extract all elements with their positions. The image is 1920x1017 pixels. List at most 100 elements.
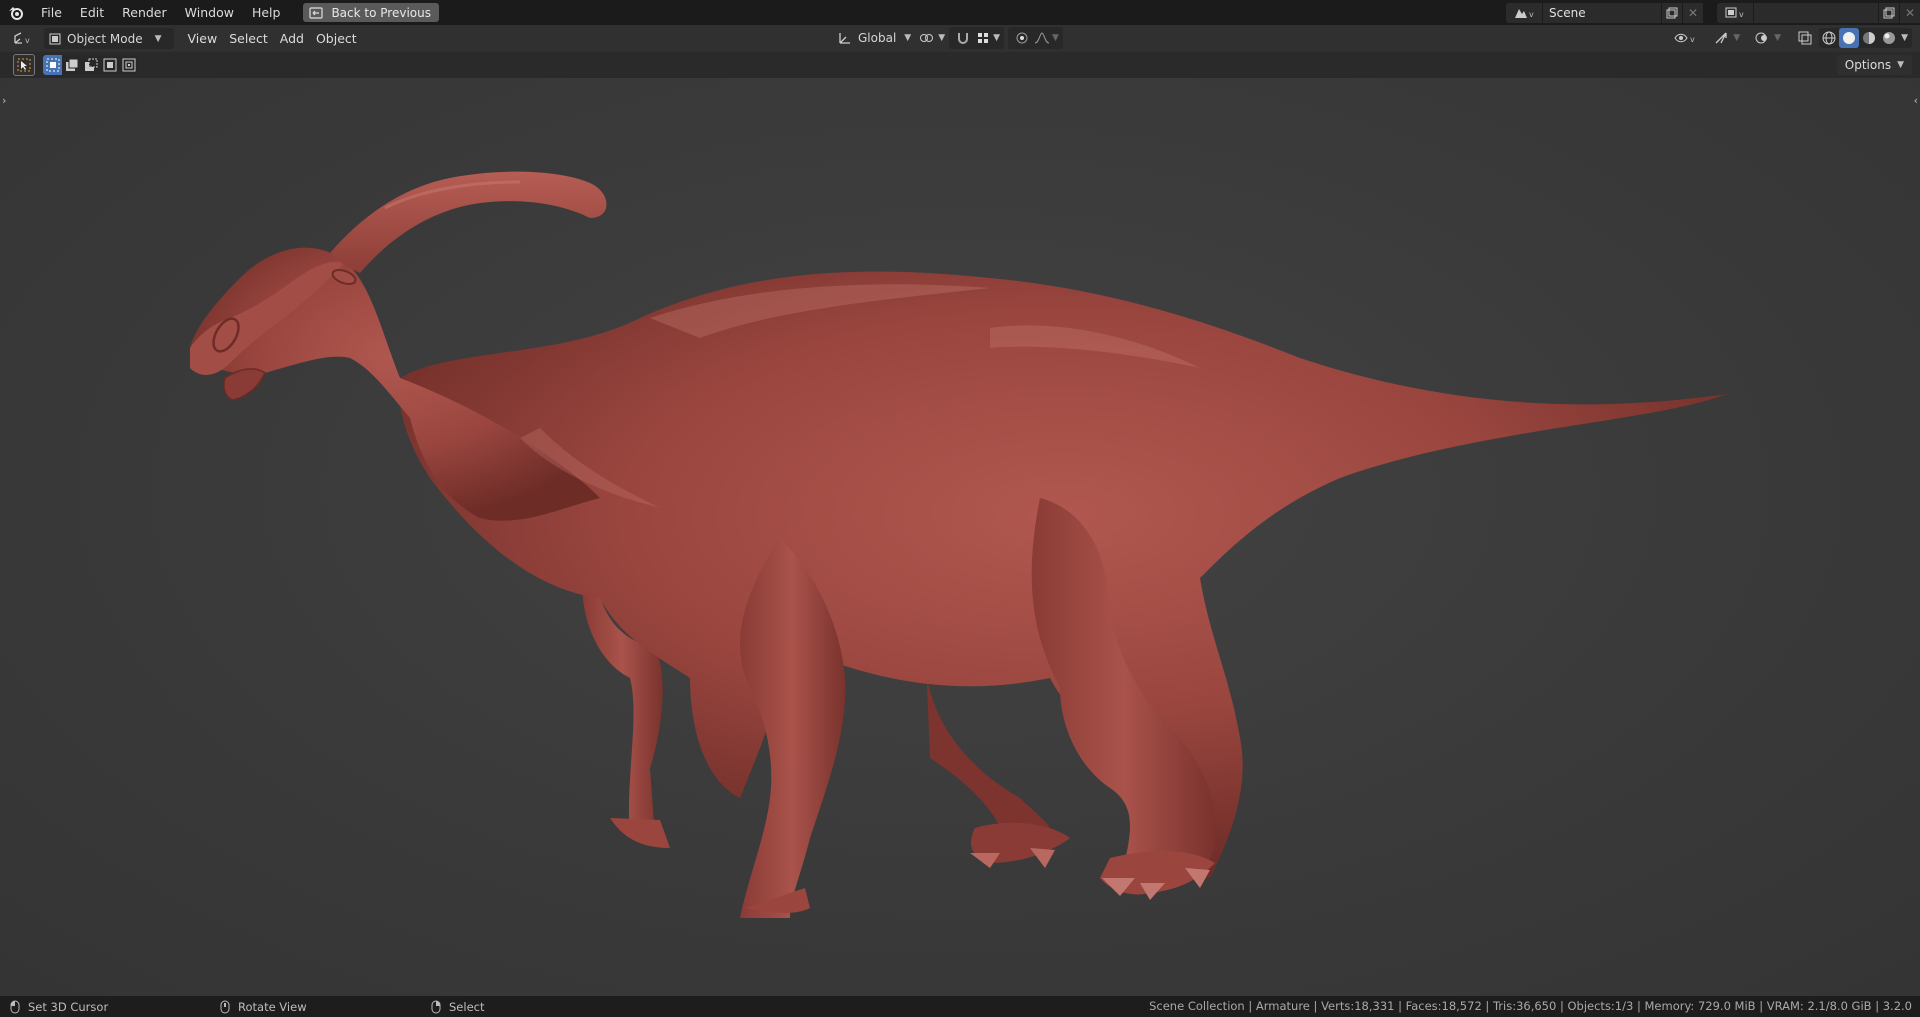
scene-browse-button[interactable]: v <box>1506 2 1542 23</box>
options-dropdown[interactable]: Options ▼ <box>1836 55 1912 75</box>
selection-mode-set-button[interactable] <box>43 55 62 75</box>
new-scene-button[interactable] <box>1662 2 1682 23</box>
snap-target-dropdown[interactable] <box>973 28 993 48</box>
chevron-down-icon: ▼ <box>1733 33 1741 43</box>
menu-view[interactable]: View <box>182 28 224 50</box>
transform-tools-group: Global ▼ ▼ ▼ ▼ <box>834 27 1067 49</box>
select-extend-icon <box>65 58 78 71</box>
selection-mode-group <box>43 55 138 75</box>
view-layer-icon: v <box>1725 7 1744 19</box>
shading-solid-button[interactable] <box>1839 28 1860 48</box>
scene-statistics: Scene Collection | Armature | Verts:18,3… <box>1149 999 1912 1013</box>
menu-help[interactable]: Help <box>243 2 290 24</box>
scene-icon: v <box>1515 8 1534 19</box>
proportional-edit-toggle[interactable] <box>1012 28 1032 48</box>
mouse-right-icon <box>431 1000 441 1013</box>
selection-mode-difference-button[interactable] <box>100 55 119 75</box>
menu-render[interactable]: Render <box>113 2 176 24</box>
proportional-edit-group: ▼ <box>1008 27 1063 49</box>
chevron-down-icon: ▼ <box>1897 60 1904 70</box>
back-to-previous-label: Back to Previous <box>331 5 431 20</box>
menu-select[interactable]: Select <box>223 28 274 50</box>
chevron-down-icon: ▼ <box>1901 33 1908 43</box>
selectability-visibility-dropdown[interactable]: v <box>1671 28 1701 48</box>
status-hint-label: Select <box>449 999 485 1014</box>
wireframe-sphere-icon <box>1822 31 1836 45</box>
chevron-down-icon: ▼ <box>938 33 946 43</box>
mouse-left-icon <box>10 1000 20 1013</box>
shading-wireframe-button[interactable] <box>1819 28 1839 48</box>
magnet-icon <box>958 33 969 44</box>
menu-add[interactable]: Add <box>274 28 310 50</box>
parasaurolophus-model[interactable] <box>0 78 1920 996</box>
duplicate-icon <box>1883 7 1895 18</box>
view-layer-name-field[interactable] <box>1754 2 1878 23</box>
svg-text:v: v <box>1690 35 1695 44</box>
solid-sphere-icon <box>1843 32 1856 44</box>
menu-edit[interactable]: Edit <box>71 2 113 24</box>
close-icon: ✕ <box>1904 5 1916 20</box>
overlays-toggle[interactable] <box>1752 28 1772 48</box>
chevron-down-icon: ▼ <box>904 33 912 43</box>
status-bar: Set 3D Cursor Rotate View Select Scene C… <box>0 996 1920 1017</box>
tool-settings-bar: Options ▼ <box>0 52 1920 78</box>
chevron-down-icon: ▼ <box>993 33 1001 43</box>
delete-view-layer-button[interactable]: ✕ <box>1900 2 1920 23</box>
selection-mode-subtract-button[interactable] <box>81 55 100 75</box>
snap-toggle[interactable] <box>953 28 973 48</box>
material-sphere-icon <box>1863 32 1876 44</box>
close-icon: ✕ <box>1687 5 1699 20</box>
status-hint-select: Select <box>421 1000 484 1014</box>
active-tool-button[interactable] <box>13 54 35 76</box>
duplicate-icon <box>1666 7 1678 18</box>
shading-rendered-button[interactable] <box>1879 28 1899 48</box>
selection-mode-intersect-button[interactable] <box>119 55 138 75</box>
pivot-point-dropdown[interactable]: ▼ <box>915 27 949 49</box>
svg-text:v: v <box>1529 10 1534 19</box>
selection-mode-extend-button[interactable] <box>62 55 81 75</box>
blender-logo-icon[interactable] <box>8 5 24 21</box>
eye-icon: v <box>1674 33 1695 44</box>
select-cursor-icon <box>17 58 31 72</box>
mouse-middle-icon <box>220 1000 230 1013</box>
view-layer-browse-button[interactable]: v <box>1717 2 1753 23</box>
status-hint-set-cursor: Set 3D Cursor <box>0 1000 210 1014</box>
svg-text:v: v <box>1739 10 1744 19</box>
svg-text:v: v <box>25 36 30 45</box>
transform-orientation-label: Global <box>858 31 897 45</box>
proportional-falloff-dropdown[interactable] <box>1032 28 1052 48</box>
status-hint-label: Rotate View <box>238 999 307 1014</box>
xray-icon <box>1798 31 1812 45</box>
scene-selector-area: v Scene ✕ v ✕ <box>1506 0 1920 25</box>
rendered-sphere-icon <box>1883 32 1896 44</box>
gizmo-toggle[interactable] <box>1711 28 1731 48</box>
select-intersect-icon <box>122 58 135 72</box>
xray-toggle[interactable] <box>1795 28 1815 48</box>
global-orientation-icon <box>839 33 850 44</box>
delete-scene-button[interactable]: ✕ <box>1683 2 1703 23</box>
editor-type-button[interactable]: v <box>6 28 40 50</box>
back-to-previous-button[interactable]: Back to Previous <box>303 3 439 22</box>
shading-material-button[interactable] <box>1859 28 1879 48</box>
status-hint-rotate-view: Rotate View <box>210 1000 421 1014</box>
object-mode-label: Object Mode <box>67 31 143 46</box>
falloff-curve-icon <box>1034 32 1050 44</box>
screen-back-icon <box>309 6 324 19</box>
3d-viewport[interactable]: › ‹ <box>0 78 1920 996</box>
new-view-layer-button[interactable] <box>1879 2 1899 23</box>
object-mode-icon <box>49 33 61 44</box>
snap-grid-icon <box>978 33 989 43</box>
chevron-down-icon: ▼ <box>1052 33 1059 43</box>
menu-object[interactable]: Object <box>310 28 363 50</box>
overlays-icon <box>1755 32 1768 44</box>
scene-name-field[interactable]: Scene <box>1543 2 1661 23</box>
pivot-point-icon <box>920 34 934 42</box>
menu-file[interactable]: File <box>32 2 71 24</box>
select-difference-icon <box>103 58 116 72</box>
menu-window[interactable]: Window <box>176 2 243 24</box>
object-mode-dropdown[interactable]: Object Mode ▼ <box>44 28 174 49</box>
options-label: Options <box>1844 58 1892 72</box>
chevron-down-icon: ▼ <box>154 33 162 44</box>
proportional-edit-icon <box>1016 32 1028 44</box>
transform-orientation-dropdown[interactable]: Global ▼ <box>834 27 915 49</box>
